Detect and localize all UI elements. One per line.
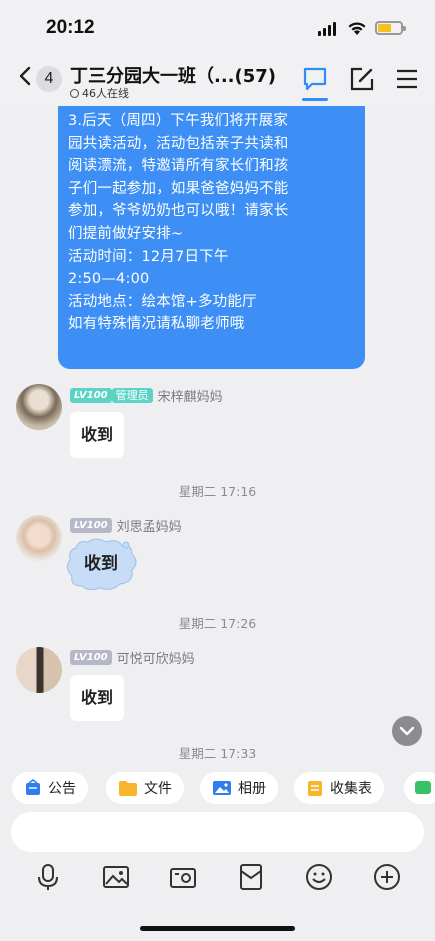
quick-action-file[interactable]: 文件 [106,772,184,804]
message-meta: LV100 可悦可欣妈妈 [70,648,195,667]
online-count: 46人在线 [82,87,129,100]
message-meta: LV100 刘思孟妈妈 [70,516,182,535]
message-text: 收到 [84,554,118,574]
input-toolbar [0,856,435,900]
avatar[interactable] [16,647,62,693]
camera-icon[interactable] [168,862,198,892]
sender-name[interactable]: 刘思孟妈妈 [117,516,182,535]
level-badge: LV100 [70,650,112,665]
chevron-down-icon [399,726,415,736]
notice-line: 2:50—4:00 [68,271,150,288]
announcement-icon [26,779,40,795]
chat-bubble-icon[interactable] [302,66,328,92]
notice-line: 如有特殊情况请私聊老师哦 [68,316,245,333]
sender-name[interactable]: 宋梓麒妈妈 [158,386,223,405]
notice-line: 园共读活动，活动包括亲子共读和 [68,135,289,152]
avatar[interactable] [16,384,62,430]
message-meta: LV100 管理员 宋梓麒妈妈 [70,386,223,405]
notice-line: 3.后天（周四）下午我们将开展家 [68,113,289,129]
wifi-icon [348,22,366,35]
status-time: 20:12 [46,17,95,38]
quick-action-bar: 公告 文件 相册 收集表 [0,762,435,814]
form-icon [308,781,322,796]
notice-line: 活动地点：绘本馆+多功能厅 [68,293,257,310]
chat-header: 4 丁三分园大一班（...(57) 46人在线 [0,58,435,106]
notice-line: 子们一起参加，如果爸爸妈妈不能 [68,180,289,197]
quick-action-label: 文件 [144,781,172,797]
message-bubble[interactable]: 收到 [62,536,140,592]
battery-icon [375,21,406,35]
notice-line: 阅读漂流，特邀请所有家长们和孩 [68,158,289,175]
plus-icon[interactable] [372,862,402,892]
quick-action-more[interactable] [404,772,435,804]
back-icon[interactable] [16,64,36,88]
level-badge: LV100 [70,518,112,533]
notice-message-bubble[interactable]: 3.后天（周四）下午我们将开展家 园共读活动，活动包括亲子共读和 阅读漂流，特邀… [58,106,365,369]
menu-icon[interactable] [394,66,420,92]
timestamp: 星期二 17:26 [178,616,257,631]
chat-area[interactable]: 3.后天（周四）下午我们将开展家 园共读活动，活动包括亲子共读和 阅读漂流，特邀… [0,106,435,762]
message-bubble[interactable]: 收到 [70,675,125,721]
scroll-to-bottom-button[interactable] [392,716,422,746]
timestamp: 星期二 17:16 [178,484,257,499]
image-icon[interactable] [101,862,131,892]
album-icon [213,781,231,795]
status-bar: 20:12 [0,0,435,58]
home-indicator[interactable] [140,926,295,931]
microphone-icon[interactable] [33,862,63,892]
avatar[interactable] [16,515,62,561]
red-packet-icon[interactable] [236,862,266,892]
online-icon [70,88,79,98]
emoji-icon[interactable] [304,862,334,892]
quick-action-form[interactable]: 收集表 [294,772,384,804]
notice-line: 参加，爷爷奶奶也可以哦！请家长 [68,203,289,220]
notice-line: 们提前做好安排~ [68,225,184,242]
admin-badge: 管理员 [111,388,153,403]
sender-name[interactable]: 可悦可欣妈妈 [117,648,195,667]
signal-icon [318,22,336,36]
edit-icon[interactable] [349,66,375,92]
notice-line: 活动时间：12月7日下午 [68,248,229,265]
quick-action-label: 收集表 [330,781,372,797]
quick-action-announcement[interactable]: 公告 [12,772,88,804]
tab-indicator [302,98,328,101]
timestamp: 星期二 17:33 [178,746,257,761]
level-badge: LV100 [70,388,112,403]
folder-icon [119,781,137,796]
message-input[interactable] [11,812,424,852]
green-app-icon [415,781,431,794]
quick-action-album[interactable]: 相册 [200,772,278,804]
unread-count-badge[interactable]: 4 [36,66,62,92]
message-bubble[interactable]: 收到 [70,412,125,458]
quick-action-label: 公告 [48,781,76,797]
quick-action-label: 相册 [238,781,266,797]
online-status: 46人在线 [70,85,129,101]
